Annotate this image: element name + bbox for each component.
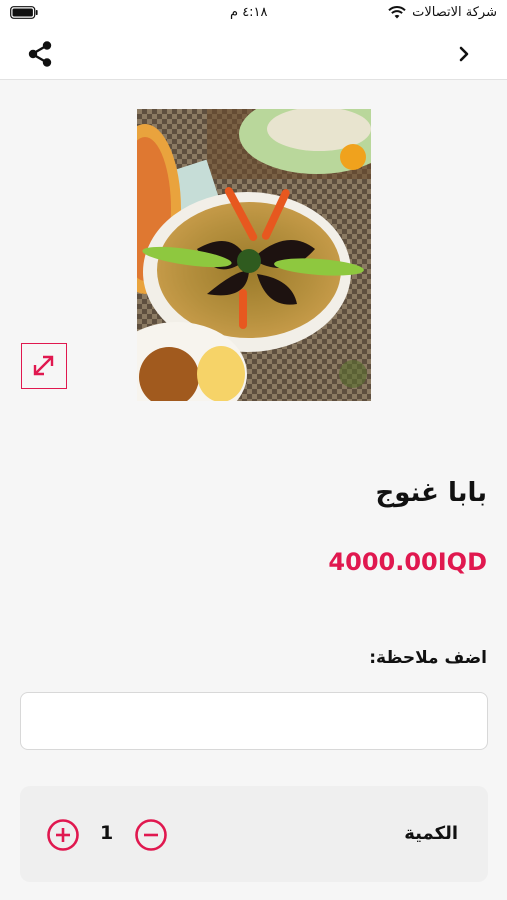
chevron-right-icon[interactable] [451, 40, 477, 68]
product-image[interactable] [137, 109, 371, 401]
expand-image-button[interactable] [21, 343, 67, 389]
top-nav-bar [0, 28, 507, 80]
quantity-card: الكمية 1 [20, 786, 488, 882]
product-name: بابا غنوج [375, 478, 487, 508]
carrier-label: شركة الاتصالات [412, 5, 497, 20]
note-input[interactable] [20, 692, 488, 750]
product-price: 4000.00IQD [328, 548, 487, 576]
quantity-value: 1 [100, 822, 114, 844]
minus-circle-icon[interactable] [134, 818, 168, 852]
battery-icon [10, 6, 38, 19]
quantity-label: الكمية [404, 823, 458, 844]
note-label: اضف ملاحظة: [369, 648, 487, 668]
status-bar: شركة الاتصالات ٤:١٨ م [0, 0, 507, 28]
wifi-icon [388, 6, 406, 19]
clock: ٤:١٨ م [230, 5, 268, 20]
plus-circle-icon[interactable] [46, 818, 80, 852]
expand-icon [33, 355, 54, 376]
share-icon[interactable] [24, 38, 56, 70]
